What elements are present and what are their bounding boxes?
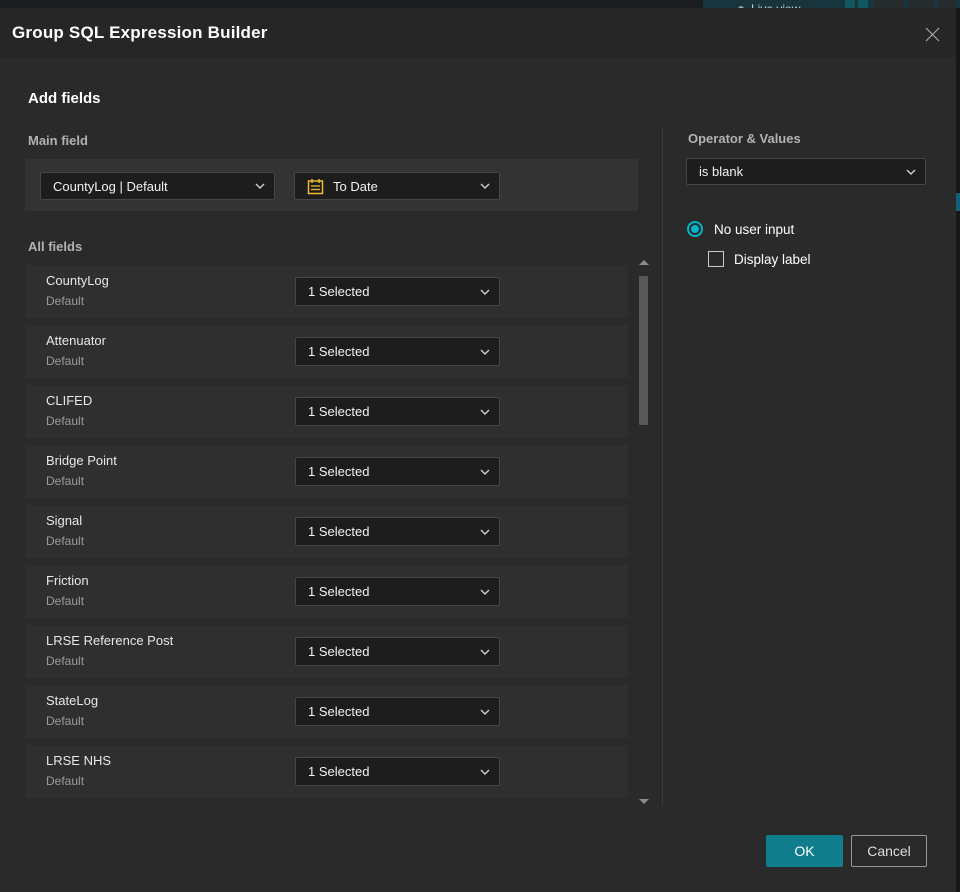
checkbox-unchecked-icon	[708, 251, 724, 267]
chevron-down-icon	[480, 409, 490, 415]
field-selection-value: 1 Selected	[308, 464, 370, 479]
chevron-down-icon	[480, 469, 490, 475]
field-selection-value: 1 Selected	[308, 704, 370, 719]
toolbar-button-fragment	[938, 0, 956, 8]
field-selection-value: 1 Selected	[308, 584, 370, 599]
chevron-down-icon	[255, 183, 265, 189]
field-selection-dropdown[interactable]: 1 Selected	[295, 697, 500, 726]
field-selection-value: 1 Selected	[308, 344, 370, 359]
add-fields-heading: Add fields	[28, 90, 101, 107]
chevron-down-icon	[480, 349, 490, 355]
field-name: CLIFED	[46, 393, 93, 408]
toolbar-button-fragment	[845, 0, 855, 8]
no-user-input-radio[interactable]: No user input	[687, 221, 794, 237]
operator-select[interactable]: is blank	[686, 158, 926, 185]
field-subtitle: Default	[46, 774, 85, 788]
field-name: Bridge Point	[46, 453, 117, 468]
main-date-select[interactable]: To Date	[294, 172, 500, 200]
main-field-panel: CountyLog | Default To Date	[25, 159, 638, 211]
toolbar-button-fragment	[908, 0, 934, 8]
field-row: Signal Default 1 Selected	[26, 505, 628, 558]
ok-button[interactable]: OK	[766, 835, 843, 867]
field-selection-dropdown[interactable]: 1 Selected	[295, 397, 500, 426]
field-selection-dropdown[interactable]: 1 Selected	[295, 337, 500, 366]
dialog-title-bar: Group SQL Expression Builder	[0, 8, 956, 58]
background-teal-fragment	[956, 193, 960, 211]
field-subtitle: Default	[46, 354, 85, 368]
main-field-select[interactable]: CountyLog | Default	[40, 172, 275, 200]
field-selection-dropdown[interactable]: 1 Selected	[295, 277, 500, 306]
field-subtitle: Default	[46, 294, 85, 308]
close-icon[interactable]	[921, 23, 943, 45]
background-right-strip	[956, 8, 960, 892]
live-view-toggle[interactable]: Live view	[738, 1, 800, 8]
operator-select-value: is blank	[699, 164, 744, 179]
dialog-title: Group SQL Expression Builder	[12, 23, 268, 42]
calendar-icon	[307, 178, 324, 195]
field-selection-value: 1 Selected	[308, 404, 370, 419]
field-selection-value: 1 Selected	[308, 524, 370, 539]
scrollbar-thumb[interactable]	[639, 276, 648, 425]
main-field-label: Main field	[28, 133, 88, 148]
field-subtitle: Default	[46, 594, 85, 608]
all-fields-label: All fields	[28, 239, 83, 254]
field-selection-value: 1 Selected	[308, 764, 370, 779]
field-selection-dropdown[interactable]: 1 Selected	[295, 577, 500, 606]
toolbar-button-fragment	[874, 0, 904, 8]
operator-values-heading: Operator & Values	[688, 131, 801, 146]
field-subtitle: Default	[46, 654, 85, 668]
field-selection-dropdown[interactable]: 1 Selected	[295, 517, 500, 546]
field-row: CountyLog Default 1 Selected	[26, 265, 628, 318]
field-subtitle: Default	[46, 714, 85, 728]
field-name: CountyLog	[46, 273, 109, 288]
field-row: StateLog Default 1 Selected	[26, 685, 628, 738]
field-subtitle: Default	[46, 474, 85, 488]
field-selection-dropdown[interactable]: 1 Selected	[295, 757, 500, 786]
panel-divider	[662, 128, 663, 806]
group-sql-expression-builder-dialog: Group SQL Expression Builder Add fields …	[0, 8, 956, 892]
screen: Live view Group SQL Expression Builder A…	[0, 0, 960, 892]
field-row: Bridge Point Default 1 Selected	[26, 445, 628, 498]
chevron-down-icon	[480, 289, 490, 295]
field-row: Friction Default 1 Selected	[26, 565, 628, 618]
main-date-select-value: To Date	[333, 178, 378, 194]
toolbar-button-fragment	[858, 0, 868, 8]
field-name: Friction	[46, 573, 89, 588]
field-row: CLIFED Default 1 Selected	[26, 385, 628, 438]
main-field-select-value: CountyLog | Default	[53, 178, 168, 194]
field-name: StateLog	[46, 693, 99, 708]
chevron-down-icon	[480, 589, 490, 595]
no-user-input-label: No user input	[714, 221, 795, 237]
chevron-down-icon	[480, 183, 490, 189]
field-row: Attenuator Default 1 Selected	[26, 325, 628, 378]
field-name: Signal	[46, 513, 83, 528]
display-label-checkbox[interactable]: Display label	[708, 251, 811, 267]
field-subtitle: Default	[46, 534, 85, 548]
display-label-label: Display label	[734, 251, 811, 267]
chevron-down-icon	[480, 709, 490, 715]
field-selection-dropdown[interactable]: 1 Selected	[295, 637, 500, 666]
chevron-down-icon	[480, 529, 490, 535]
scrollbar-down-arrow-icon[interactable]	[639, 799, 649, 804]
field-selection-value: 1 Selected	[308, 644, 370, 659]
field-selection-dropdown[interactable]: 1 Selected	[295, 457, 500, 486]
cancel-button[interactable]: Cancel	[851, 835, 927, 867]
field-name: LRSE NHS	[46, 753, 112, 768]
field-name: Attenuator	[46, 333, 106, 348]
radio-selected-icon	[687, 221, 703, 237]
chevron-down-icon	[480, 649, 490, 655]
chevron-down-icon	[906, 169, 916, 175]
chevron-down-icon	[480, 769, 490, 775]
scrollbar-up-arrow-icon[interactable]	[639, 260, 649, 265]
field-subtitle: Default	[46, 414, 85, 428]
background-toolbar-strip: Live view	[0, 0, 960, 8]
field-name: LRSE Reference Post	[46, 633, 174, 648]
field-row: LRSE NHS Default 1 Selected	[26, 745, 628, 798]
field-selection-value: 1 Selected	[308, 284, 370, 299]
field-row: LRSE Reference Post Default 1 Selected	[26, 625, 628, 678]
